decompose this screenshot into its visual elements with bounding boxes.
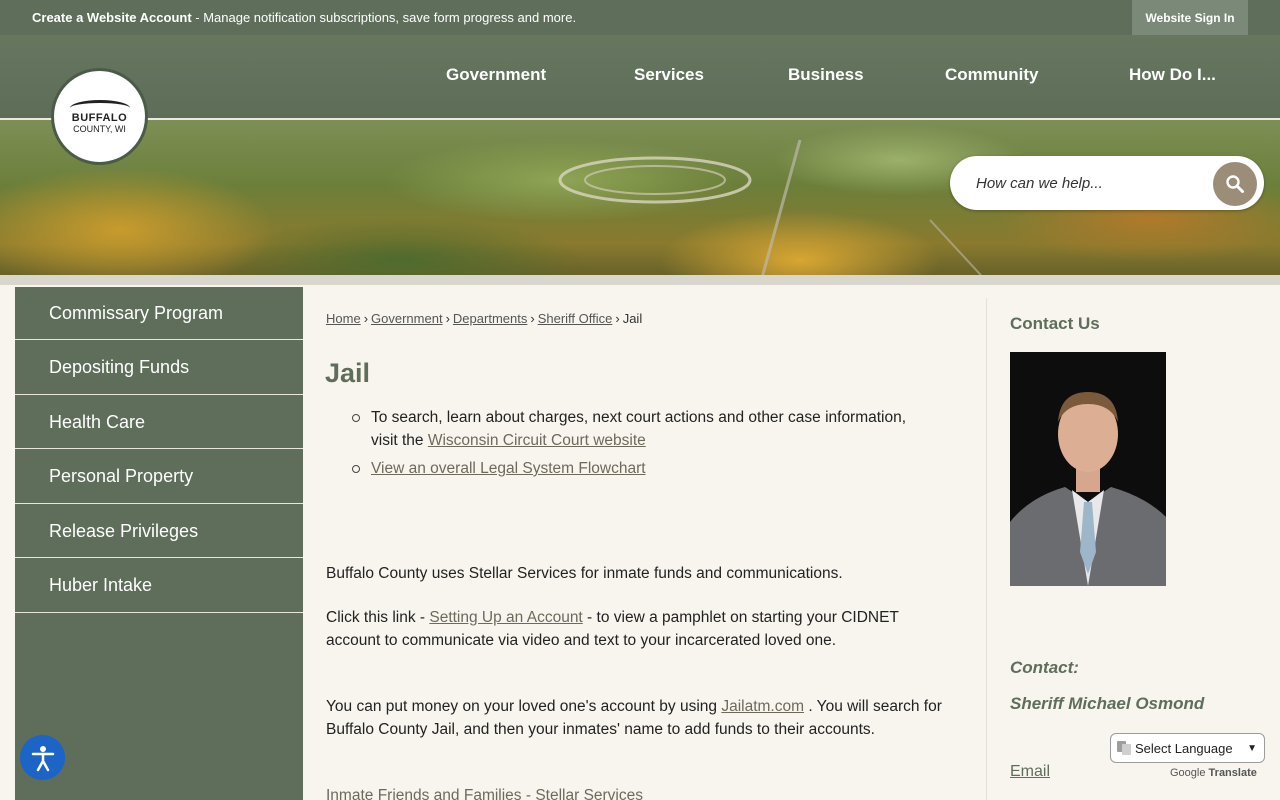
- create-account-banner[interactable]: Create a Website Account - Manage notifi…: [32, 10, 576, 25]
- column-divider: [986, 298, 987, 800]
- chevron-down-icon: ▼: [1247, 743, 1257, 754]
- breadcrumb-home[interactable]: Home: [326, 311, 361, 326]
- jailatm-link[interactable]: Jailatm.com: [721, 698, 804, 715]
- language-select[interactable]: Select Language ▼: [1110, 733, 1265, 763]
- sheriff-portrait-image: [1010, 352, 1166, 586]
- paragraph-text: Click this link -: [326, 609, 430, 626]
- breadcrumb-government[interactable]: Government: [371, 311, 443, 326]
- create-account-link[interactable]: Create a Website Account: [32, 10, 192, 25]
- site-search: [950, 156, 1264, 210]
- stellar-services-link[interactable]: Inmate Friends and Families - Stellar Se…: [326, 787, 643, 800]
- breadcrumb-departments[interactable]: Departments: [453, 311, 527, 326]
- nav-how-do-i[interactable]: How Do I...: [1129, 65, 1216, 85]
- paragraph-text: You can put money on your loved one's ac…: [326, 698, 722, 715]
- language-select-label: Select Language: [1135, 740, 1233, 756]
- breadcrumb-separator: ›: [615, 311, 620, 326]
- contact-name: Sheriff Michael Osmond: [1010, 694, 1205, 713]
- info-list: To search, learn about charges, next cou…: [348, 406, 908, 485]
- circuit-court-link[interactable]: Wisconsin Circuit Court website: [428, 432, 646, 449]
- logo-text-line2: COUNTY, WI: [73, 123, 126, 134]
- website-sign-in-button[interactable]: Website Sign In: [1132, 0, 1248, 35]
- jailatm-paragraph: You can put money on your loved one's ac…: [326, 695, 956, 741]
- google-translate-icon: [1117, 741, 1131, 755]
- sidebar-item-personal-property[interactable]: Personal Property: [15, 450, 303, 504]
- breadcrumb-separator: ›: [530, 311, 535, 326]
- powered-by-google: Google Translate: [1170, 767, 1257, 779]
- page-title: Jail: [325, 358, 371, 388]
- email-link[interactable]: Email: [1010, 763, 1050, 781]
- search-button[interactable]: [1213, 162, 1257, 206]
- legal-flowchart-link[interactable]: View an overall Legal System Flowchart: [371, 460, 646, 477]
- google-wordmark: Google: [1170, 767, 1206, 779]
- contact-label: Contact:: [1010, 658, 1079, 677]
- nav-business[interactable]: Business: [788, 65, 864, 85]
- logo-text-line1: BUFFALO: [71, 111, 128, 124]
- nav-government[interactable]: Government: [446, 65, 546, 85]
- breadcrumb-sheriff-office[interactable]: Sheriff Office: [538, 311, 613, 326]
- nav-community[interactable]: Community: [945, 65, 1039, 85]
- search-icon: [1226, 175, 1244, 193]
- sidebar-item-depositing-funds[interactable]: Depositing Funds: [15, 341, 303, 395]
- translate-word: Translate: [1208, 767, 1257, 779]
- sidebar-item-release-privileges[interactable]: Release Privileges: [15, 505, 303, 558]
- stellar-services-paragraph: Buffalo County uses Stellar Services for…: [326, 565, 843, 582]
- list-item: To search, learn about charges, next cou…: [348, 406, 908, 452]
- nav-services[interactable]: Services: [634, 65, 704, 85]
- breadcrumb-separator: ›: [445, 311, 450, 326]
- setting-up-account-link[interactable]: Setting Up an Account: [429, 609, 582, 626]
- breadcrumb: Home › Government › Departments › Sheriff Offi…: [326, 311, 642, 326]
- breadcrumb-separator: ›: [363, 311, 369, 326]
- list-item: View an overall Legal System Flowchart: [348, 457, 908, 480]
- accessibility-icon: [31, 745, 54, 771]
- breadcrumb-current: Jail: [622, 311, 643, 326]
- sidebar-item-commissary-program[interactable]: Commissary Program: [15, 287, 303, 340]
- sidebar-item-huber-intake[interactable]: Huber Intake: [15, 559, 303, 613]
- sheriff-photo: [1010, 352, 1166, 586]
- county-logo[interactable]: BUFFALO COUNTY, WI: [51, 68, 148, 165]
- hero-divider: [0, 275, 1280, 285]
- search-input[interactable]: [976, 173, 1216, 193]
- sidebar-item-health-care[interactable]: Health Care: [15, 396, 303, 449]
- accessibility-button[interactable]: [20, 735, 65, 780]
- main-nav-bar: Government Services Business Community H…: [0, 35, 1280, 120]
- stellar-link-paragraph: Inmate Friends and Families - Stellar Se…: [326, 784, 956, 800]
- contact-us-heading: Contact Us: [1010, 314, 1100, 333]
- top-bar: Create a Website Account - Manage notifi…: [0, 0, 1280, 35]
- setup-account-paragraph: Click this link - Setting Up an Account …: [326, 606, 956, 652]
- sidebar-nav: Commissary Program Depositing Funds Heal…: [15, 287, 303, 800]
- create-account-description: - Manage notification subscriptions, sav…: [191, 10, 577, 25]
